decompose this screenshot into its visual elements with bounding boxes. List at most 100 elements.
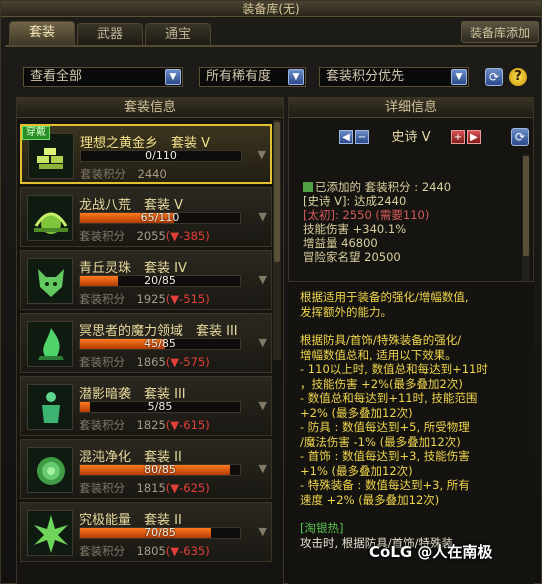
description-line: - 防具 : 数值每达到+5, 所受物理 <box>300 420 470 434</box>
window-title: 装备库(无) <box>242 2 300 16</box>
set-score: 套装积分 1925(▼-515) <box>79 292 210 306</box>
description-line: - 数值总和每达到+11时, 技能范围 <box>300 391 478 405</box>
set-list-item[interactable]: 穿戴 理想之黄金乡 套装 V 0/110 套装积分 2440 ▼ <box>20 124 272 184</box>
tab-set[interactable]: 套装 <box>9 21 75 45</box>
chevron-down-icon[interactable]: ▼ <box>259 462 267 475</box>
taichu-line: [太初]: 2550 (需要110) <box>303 208 430 222</box>
scrollbar-thumb[interactable] <box>523 156 529 256</box>
description-line: 增幅数值总和, 适用以下效果。 <box>300 347 457 362</box>
energy-burst-icon <box>27 510 73 556</box>
set-description-box: 根据适用于装备的强化/增幅数值, 发挥额外的能力。根据防具/首饰/特殊装备的强化/… <box>288 281 534 584</box>
progress-text: 0/110 <box>145 149 177 162</box>
green-flame-icon <box>27 321 73 367</box>
rarity-dropdown[interactable]: 所有稀有度 ▼ <box>199 67 306 87</box>
chevron-down-icon[interactable]: ▼ <box>451 69 467 85</box>
watermark: CoLG @人在南极 <box>369 543 493 561</box>
epic-line: [史诗 V]: 达成2440 <box>303 194 407 208</box>
set-description: 根据适用于装备的强化/增幅数值, 发挥额外的能力。根据防具/首饰/特殊装备的强化/… <box>300 290 520 550</box>
description-line: 发挥额外的能力。 <box>300 304 392 319</box>
set-progress-bar: 70/85 <box>79 526 241 539</box>
scope-dropdown[interactable]: 查看全部 ▼ <box>23 67 183 87</box>
sort-dropdown[interactable]: 套装积分优先 ▼ <box>319 67 469 87</box>
chevron-down-icon[interactable]: ▼ <box>259 336 267 349</box>
help-icon[interactable]: ? <box>509 68 527 86</box>
storage-add-button[interactable]: 装备库添加 <box>461 21 539 43</box>
tab-treasure[interactable]: 通宝 <box>145 23 211 45</box>
grade-minus-icon[interactable]: − <box>355 130 369 144</box>
description-line: - 特殊装备 : 数值每达到+3, 所有 <box>300 478 470 492</box>
progress-text: 70/85 <box>144 526 176 539</box>
description-line: 速度 +2% (最多叠加12次) <box>300 492 440 507</box>
chevron-down-icon[interactable]: ▼ <box>259 273 267 286</box>
equipment-storage-window: 装备库(无) 套装 武器 通宝 装备库添加 查看全部 ▼ 所有稀有度 ▼ 套装积… <box>0 0 542 584</box>
set-score: 套装积分 2055(▼-385) <box>79 229 210 243</box>
set-list-header: 套装信息 <box>17 98 283 118</box>
set-score: 套装积分 1815(▼-625) <box>79 481 210 495</box>
set-progress-bar: 0/110 <box>80 149 242 162</box>
detail-stats: 已添加的 套装积分 : 2440 [史诗 V]: 达成2440 [太初]: 25… <box>303 180 523 264</box>
description-line: /魔法伤害 -1% (最多叠加12次) <box>300 434 461 449</box>
set-progress-bar: 5/85 <box>79 400 241 413</box>
detail-header: 详细信息 <box>289 98 533 118</box>
chevron-down-icon[interactable]: ▼ <box>259 525 267 538</box>
set-list-panel: 套装信息 穿戴 理想之黄金乡 套装 V 0/110 套装积分 2440 ▼ 龙战八荒 套装… <box>16 97 284 584</box>
set-list-scrollbar[interactable] <box>273 120 281 360</box>
set-score: 套装积分 1805(▼-635) <box>79 544 210 558</box>
equipped-badge: 穿戴 <box>22 126 50 140</box>
description-line: +1% (最多叠加12次) <box>300 463 413 478</box>
description-line: - 首饰 : 数值每达到+3, 技能伤害 <box>300 449 470 463</box>
refresh-icon[interactable]: ⟳ <box>485 68 503 86</box>
progress-text: 5/85 <box>147 400 173 413</box>
scrollbar-thumb[interactable] <box>274 122 280 262</box>
grade-prev-icon[interactable]: ◀ <box>339 130 353 144</box>
boost-line: 增益量 46800 <box>303 236 378 250</box>
taobaore-tag: [淘银热] <box>300 521 344 535</box>
description-line <box>300 319 520 333</box>
title-bar[interactable]: 装备库(无) <box>1 1 541 17</box>
set-list-item[interactable]: 究极能量 套装 II 70/85 套装积分 1805(▼-635) ▼ <box>20 502 272 562</box>
set-score: 套装积分 2440 <box>80 167 167 181</box>
chevron-down-icon[interactable]: ▼ <box>259 210 267 223</box>
detail-refresh-icon[interactable]: ⟳ <box>511 128 529 146</box>
tab-divider <box>5 45 537 47</box>
set-list-item[interactable]: 冥思者的魔力领域 套装 III 45/85 套装积分 1865(▼-575) ▼ <box>20 313 272 373</box>
chevron-down-icon[interactable]: ▼ <box>259 399 267 412</box>
set-progress-bar: 45/85 <box>79 337 241 350</box>
rarity-dropdown-value: 所有稀有度 <box>206 69 272 84</box>
grade-selector: ◀ − 史诗 V + ▶ <box>339 128 481 148</box>
description-line: +2% (最多叠加12次) <box>300 405 413 420</box>
progress-text: 65/110 <box>140 211 180 224</box>
set-list-item[interactable]: 混沌净化 套装 II 80/85 套装积分 1815(▼-625) ▼ <box>20 439 272 499</box>
grade-plus-icon[interactable]: + <box>451 130 465 144</box>
fame-line: 冒险家名望 20500 <box>303 250 401 264</box>
grade-label: 史诗 V <box>391 130 431 145</box>
set-score: 套装积分 1865(▼-575) <box>79 355 210 369</box>
scope-dropdown-value: 查看全部 <box>30 69 83 84</box>
sort-dropdown-value: 套装积分优先 <box>326 69 405 84</box>
description-line <box>300 507 520 521</box>
set-list-item[interactable]: 青丘灵珠 套装 IV 20/85 套装积分 1925(▼-515) ▼ <box>20 250 272 310</box>
sun-emblem-icon <box>27 195 73 241</box>
added-score-line: 已添加的 套装积分 : 2440 <box>303 180 523 194</box>
shadow-figure-icon <box>27 384 73 430</box>
progress-text: 20/85 <box>144 274 176 287</box>
description-line: ，技能伤害 +2%(最多叠加2次) <box>300 376 463 391</box>
set-list-item[interactable]: 龙战八荒 套装 V 65/110 套装积分 2055(▼-385) ▼ <box>20 187 272 247</box>
chevron-down-icon[interactable]: ▼ <box>258 148 266 161</box>
description-line: 根据适用于装备的强化/增幅数值, <box>300 290 469 304</box>
description-line: 根据防具/首饰/特殊装备的强化/ <box>300 333 462 347</box>
gold-bars-icon <box>303 182 313 192</box>
progress-text: 80/85 <box>144 463 176 476</box>
set-progress-bar: 80/85 <box>79 463 241 476</box>
chevron-down-icon[interactable]: ▼ <box>165 69 181 85</box>
chevron-down-icon[interactable]: ▼ <box>288 69 304 85</box>
progress-text: 45/85 <box>144 337 176 350</box>
description-line: - 110以上时, 数值总和每达到+11时 <box>300 362 488 376</box>
fox-head-icon <box>27 258 73 304</box>
grade-next-icon[interactable]: ▶ <box>467 130 481 144</box>
skill-damage-line: 技能伤害 +340.1% <box>303 222 407 236</box>
set-list-item[interactable]: 潜影暗袭 套装 III 5/85 套装积分 1825(▼-615) ▼ <box>20 376 272 436</box>
tab-weapon[interactable]: 武器 <box>77 23 143 45</box>
added-score-text: 已添加的 套装积分 : 2440 <box>315 180 452 194</box>
set-score: 套装积分 1825(▼-615) <box>79 418 210 432</box>
